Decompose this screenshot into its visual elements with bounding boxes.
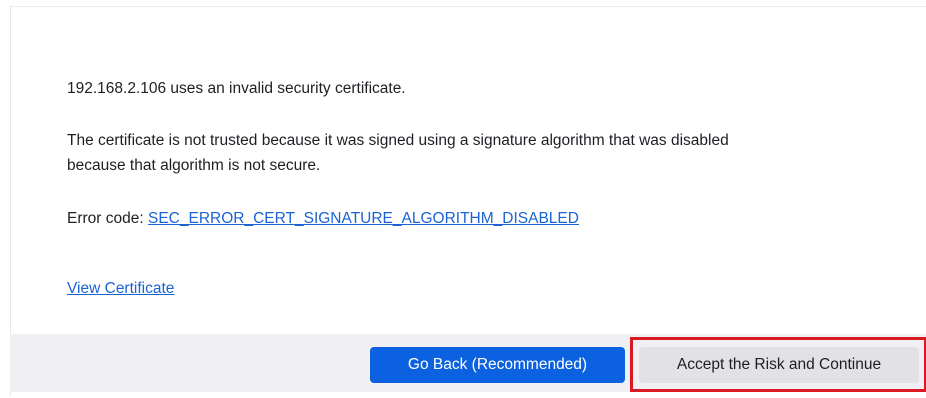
explanation-line-2: because that algorithm is not secure. (67, 157, 321, 174)
explanation-line-1: The certificate is not trusted because i… (67, 132, 729, 149)
accept-risk-button[interactable]: Accept the Risk and Continue (639, 347, 919, 383)
error-code-label: Error code: (67, 210, 148, 227)
host-message: 192.168.2.106 uses an invalid security c… (67, 80, 406, 97)
view-certificate-row: View Certificate (67, 276, 174, 301)
go-back-button[interactable]: Go Back (Recommended) (370, 347, 625, 383)
view-certificate-link[interactable]: View Certificate (67, 280, 174, 297)
error-code-link[interactable]: SEC_ERROR_CERT_SIGNATURE_ALGORITHM_DISAB… (148, 210, 579, 227)
error-code-row: Error code: SEC_ERROR_CERT_SIGNATURE_ALG… (67, 206, 579, 231)
